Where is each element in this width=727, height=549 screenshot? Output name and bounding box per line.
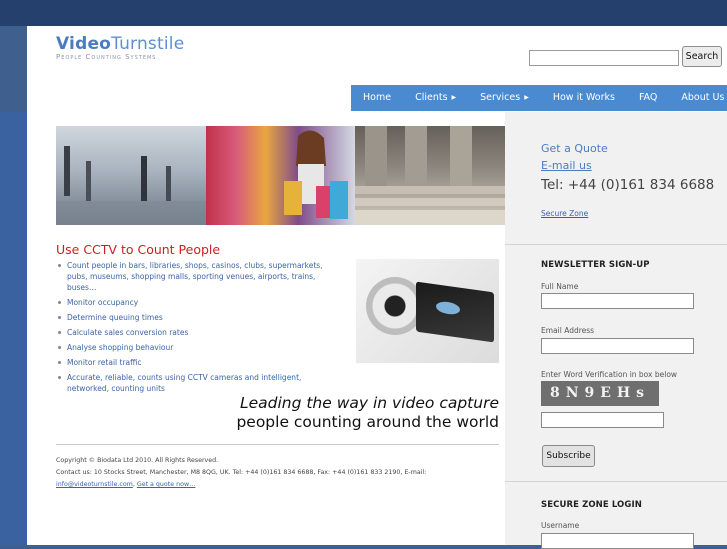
- nav-how-it-works[interactable]: How it Works: [541, 85, 627, 111]
- secure-login-heading: SECURE ZONE LOGIN: [541, 500, 642, 510]
- nav-faq[interactable]: FAQ: [627, 85, 669, 111]
- list-item: Count people in bars, libraries, shops, …: [56, 260, 339, 293]
- page: VideoTurnstile People Counting Systems S…: [27, 26, 727, 549]
- captcha-image: 8N9EHs: [541, 381, 659, 406]
- list-item: Analyse shopping behaviour: [56, 342, 339, 353]
- list-item: Monitor retail traffic: [56, 357, 339, 368]
- list-item: Calculate sales conversion rates: [56, 327, 339, 338]
- page-heading: Use CCTV to Count People: [56, 242, 221, 257]
- banner-mall-photo: [56, 126, 206, 225]
- logo[interactable]: VideoTurnstile: [56, 34, 184, 54]
- content: Use CCTV to Count People Count people in…: [27, 112, 727, 549]
- copyright-text: Copyright © Biodata Ltd 2010. All Rights…: [56, 457, 219, 464]
- banner-shopper-photo: [205, 126, 356, 225]
- footer-divider: [56, 444, 499, 445]
- nav-label: Home: [363, 92, 392, 103]
- feature-list: Count people in bars, libraries, shops, …: [56, 260, 339, 398]
- list-item: Accurate, reliable, counts using CCTV ca…: [56, 372, 339, 394]
- footer: Copyright © Biodata Ltd 2010. All Rights…: [56, 455, 499, 491]
- banner-image: [56, 126, 506, 225]
- verification-label: Enter Word Verification in box below: [541, 370, 678, 379]
- full-name-label: Full Name: [541, 282, 579, 291]
- tagline: People Counting Systems: [56, 53, 157, 61]
- footer-email-link[interactable]: info@videoturnstile.com: [56, 481, 133, 488]
- product-image: [356, 259, 499, 363]
- slogan-line-2: people counting around the world: [236, 413, 499, 431]
- shopper-figure: [283, 130, 348, 219]
- list-item: Monitor occupancy: [56, 297, 339, 308]
- list-item: Determine queuing times: [56, 312, 339, 323]
- nav-home[interactable]: Home: [351, 85, 403, 111]
- nav-label: Clients: [415, 92, 448, 103]
- username-label: Username: [541, 521, 580, 530]
- mall-figures: [56, 146, 206, 225]
- sidebar: Get a Quote E-mail us Tel: +44 (0)161 83…: [505, 112, 727, 549]
- nav-services[interactable]: Services ▶: [468, 85, 541, 111]
- nav-label: About Us: [681, 92, 725, 103]
- unit-label-shape: [436, 300, 460, 316]
- nav-label: FAQ: [638, 92, 658, 103]
- subscribe-button[interactable]: Subscribe: [542, 445, 595, 467]
- logo-bold: Video: [56, 34, 112, 54]
- verification-field[interactable]: [541, 412, 664, 428]
- full-name-field[interactable]: [541, 293, 694, 309]
- sidebar-divider: [505, 244, 727, 245]
- secure-zone-link[interactable]: Secure Zone: [541, 209, 588, 218]
- sidebar-email-link[interactable]: E-mail us: [541, 159, 592, 172]
- main-nav: Home Clients ▶ Services ▶ How it Works FAQ…: [351, 85, 727, 111]
- search-button[interactable]: Search: [682, 46, 722, 67]
- header: VideoTurnstile People Counting Systems S…: [27, 26, 727, 112]
- footer-links: info@videoturnstile.com, Get a quote now…: [56, 481, 196, 488]
- left-band: [0, 112, 27, 545]
- slogan: Leading the way in video capture people …: [236, 394, 499, 432]
- footer-quote-link[interactable]: Get a quote now…: [137, 481, 196, 488]
- contact-text: Contact us: 10 Stocks Street, Manchester…: [56, 469, 427, 476]
- columns-figure: [355, 126, 506, 225]
- sidebar-tel: Tel: +44 (0)161 834 6688: [541, 177, 715, 193]
- banner-columns-photo: [355, 126, 506, 225]
- nav-label: Services: [480, 92, 521, 103]
- top-band: [0, 0, 727, 26]
- nav-clients[interactable]: Clients ▶: [403, 85, 468, 111]
- nav-label: How it Works: [552, 92, 615, 103]
- email-field[interactable]: [541, 338, 694, 354]
- email-label: Email Address: [541, 326, 595, 335]
- nav-about-us[interactable]: About Us: [669, 85, 727, 111]
- counting-unit-icon: [416, 281, 494, 343]
- newsletter-heading: NEWSLETTER SIGN-UP: [541, 260, 650, 270]
- chevron-right-icon: ▶: [451, 94, 457, 101]
- chevron-right-icon: ▶: [524, 94, 529, 101]
- logo-light: Turnstile: [111, 34, 185, 54]
- search-input[interactable]: [529, 50, 679, 66]
- sidebar-quote-link[interactable]: Get a Quote: [541, 142, 608, 155]
- sidebar-divider: [505, 481, 727, 482]
- slogan-line-1: Leading the way in video capture: [239, 394, 499, 412]
- username-field[interactable]: [541, 533, 694, 549]
